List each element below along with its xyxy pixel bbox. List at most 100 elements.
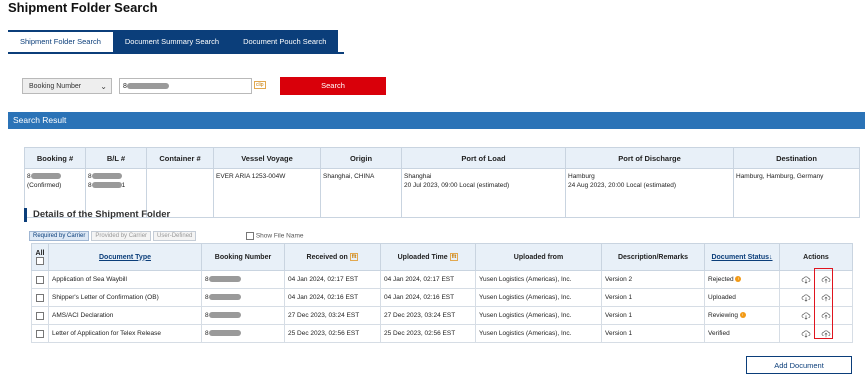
table-row[interactable]: AMS/ACI Declaration 8 27 Dec 2023, 03:24… [31, 306, 853, 325]
search-result-bar: Search Result [8, 112, 865, 129]
table-row[interactable]: Application of Sea Waybill 8 04 Jan 2024… [31, 270, 853, 289]
cell-booking-number: 8 [201, 288, 285, 307]
cell-vessel: EVER ARIA 1253-004W [213, 168, 321, 218]
row-checkbox[interactable] [36, 311, 44, 320]
subtab-provided[interactable]: Provided by Carrier [91, 231, 152, 241]
col-doc-type[interactable]: Document Type [48, 243, 202, 271]
subtab-user-defined[interactable]: User-Defined [153, 231, 197, 241]
tab-bar: Shipment Folder Search Document Summary … [8, 30, 339, 53]
table-row[interactable]: Letter of Application for Telex Release … [31, 324, 853, 343]
cell-doc-type: Application of Sea Waybill [48, 270, 202, 289]
row-select[interactable] [31, 324, 49, 343]
redacted-mask [208, 294, 241, 301]
col-container: Container # [146, 147, 214, 169]
cell-status: Rejected ! [704, 270, 780, 289]
cell-booking-number: 8 [201, 270, 285, 289]
row-checkbox[interactable] [36, 275, 44, 284]
download-highlight-box [814, 268, 833, 339]
redacted-mask [208, 276, 241, 283]
search-type-value: Booking Number [29, 83, 82, 90]
cell-received: 04 Jan 2024, 02:17 EST [284, 270, 381, 289]
col-received[interactable]: Received on flt [284, 243, 381, 271]
tab-shipment-folder-search[interactable]: Shipment Folder Search [8, 30, 113, 53]
search-input[interactable]: 8 [119, 78, 252, 94]
row-checkbox[interactable] [36, 293, 44, 302]
cell-desc: Version 1 [601, 324, 705, 343]
col-desc: Description/Remarks [601, 243, 705, 271]
cell-desc: Version 2 [601, 270, 705, 289]
cell-origin: Shanghai, CHINA [320, 168, 402, 218]
redacted-mask [91, 182, 122, 189]
cell-destination: Hamburg, Hamburg, Germany [733, 168, 860, 218]
cell-uploaded: 25 Dec 2023, 02:56 EST [380, 324, 476, 343]
col-uploaded-time[interactable]: Uploaded Time flt [380, 243, 476, 271]
row-select[interactable] [31, 288, 49, 307]
status-label: Reviewing [708, 312, 738, 319]
cell-desc: Version 1 [601, 288, 705, 307]
booking-status: (Confirmed) [27, 182, 62, 189]
clip-icon[interactable]: clip [254, 81, 266, 89]
show-file-name-checkbox[interactable] [246, 232, 254, 240]
cell-uploaded-from: Yusen Logistics (Americas), Inc. [475, 288, 602, 307]
show-file-name-toggle[interactable]: Show File Name [246, 232, 304, 240]
col-uploaded-from: Uploaded from [475, 243, 602, 271]
search-type-select[interactable]: Booking Number ⌄ [22, 78, 112, 94]
cloud-download-icon[interactable] [801, 293, 811, 302]
cell-received: 04 Jan 2024, 02:16 EST [284, 288, 381, 307]
col-all: All [31, 243, 49, 271]
select-all-checkbox[interactable] [36, 256, 44, 265]
cell-pol: Shanghai 20 Jul 2023, 09:00 Local (estim… [401, 168, 566, 218]
cloud-download-icon[interactable] [801, 329, 811, 338]
tab-underline [8, 52, 344, 54]
section-title: Details of the Shipment Folder [33, 209, 171, 220]
col-origin: Origin [320, 147, 402, 169]
pod-city: Hamburg [568, 173, 595, 180]
tab-document-summary-search[interactable]: Document Summary Search [112, 30, 232, 53]
status-label: Uploaded [708, 294, 736, 301]
documents-header-row: All Document Type Booking Number Receive… [31, 243, 853, 271]
section-marker [24, 208, 27, 222]
col-booking-number: Booking Number [201, 243, 285, 271]
warning-icon[interactable]: ! [735, 276, 742, 283]
cell-pod: Hamburg 24 Aug 2023, 20:00 Local (estima… [565, 168, 734, 218]
redacted-mask [30, 173, 61, 180]
status-label: Rejected [708, 276, 734, 283]
documents-table: All Document Type Booking Number Receive… [31, 243, 853, 343]
cell-status: Reviewing ! [704, 306, 780, 325]
col-status[interactable]: Document Status↓ [704, 243, 780, 271]
redacted-mask [126, 83, 169, 90]
search-button[interactable]: Search [280, 77, 386, 95]
cell-uploaded-from: Yusen Logistics (Americas), Inc. [475, 270, 602, 289]
cell-booking-number: 8 [201, 306, 285, 325]
row-select[interactable] [31, 306, 49, 325]
cell-booking-number: 8 [201, 324, 285, 343]
result-table: Booking # B/L # Container # Vessel Voyag… [24, 147, 860, 218]
tab-document-pouch-search[interactable]: Document Pouch Search [231, 30, 339, 53]
cell-desc: Version 1 [601, 306, 705, 325]
pol-city: Shanghai [404, 173, 432, 180]
cell-doc-type: AMS/ACI Declaration [48, 306, 202, 325]
col-bl: B/L # [85, 147, 147, 169]
status-label: Verified [708, 330, 730, 337]
col-pod: Port of Discharge [565, 147, 734, 169]
subtab-required[interactable]: Required by Carrier [29, 231, 90, 241]
table-row[interactable]: Shipper's Letter of Confirmation (OB) 8 … [31, 288, 853, 307]
col-destination: Destination [733, 147, 860, 169]
cell-doc-type: Shipper's Letter of Confirmation (OB) [48, 288, 202, 307]
cell-uploaded: 04 Jan 2024, 02:17 EST [380, 270, 476, 289]
cloud-download-icon[interactable] [801, 275, 811, 284]
cell-status: Verified [704, 324, 780, 343]
result-header-row: Booking # B/L # Container # Vessel Voyag… [24, 147, 860, 169]
add-document-button[interactable]: Add Document [746, 356, 852, 374]
redacted-mask [208, 330, 241, 337]
documents-body: Application of Sea Waybill 8 04 Jan 2024… [31, 270, 853, 343]
warning-icon[interactable]: ! [739, 312, 746, 319]
cloud-download-icon[interactable] [801, 311, 811, 320]
row-checkbox[interactable] [36, 329, 44, 338]
page-title: Shipment Folder Search [8, 0, 158, 15]
filter-icon[interactable]: flt [349, 253, 359, 261]
cell-uploaded-from: Yusen Logistics (Americas), Inc. [475, 306, 602, 325]
pod-time: 24 Aug 2023, 20:00 Local (estimated) [568, 182, 677, 189]
filter-icon[interactable]: flt [449, 253, 459, 261]
row-select[interactable] [31, 270, 49, 289]
